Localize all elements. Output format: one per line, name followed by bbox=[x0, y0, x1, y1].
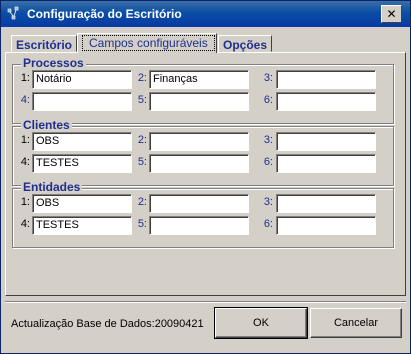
close-icon: ✕ bbox=[386, 7, 397, 21]
field-label-1: 1: bbox=[20, 196, 30, 208]
field-label-6: 6: bbox=[263, 156, 273, 168]
group-clientes: Clientes 1: OBS 2: 3: 4: TESTES 5: 6: bbox=[12, 118, 394, 186]
field-label-5: 5: bbox=[137, 94, 147, 106]
field-label-3: 3: bbox=[263, 72, 273, 84]
field-label-2: 2: bbox=[137, 72, 147, 84]
tab-campos-configuraveis[interactable]: Campos configuráveis bbox=[77, 33, 217, 53]
footer-divider bbox=[5, 301, 406, 303]
clientes-field-4[interactable]: TESTES bbox=[32, 154, 132, 173]
field-label-4: 4: bbox=[20, 94, 30, 106]
group-title-entidades: Entidades bbox=[21, 180, 83, 194]
group-title-clientes: Clientes bbox=[21, 118, 72, 132]
entidades-field-3[interactable] bbox=[276, 194, 376, 213]
entidades-field-6[interactable] bbox=[276, 216, 376, 235]
processos-field-6[interactable] bbox=[276, 92, 376, 111]
group-processos: Processos 1: Notário 2: Finanças 3: 4: 5… bbox=[12, 56, 394, 124]
entidades-field-4[interactable]: TESTES bbox=[32, 216, 132, 235]
clientes-field-2[interactable] bbox=[149, 132, 249, 151]
processos-field-5[interactable] bbox=[149, 92, 249, 111]
field-label-6: 6: bbox=[263, 94, 273, 106]
field-label-1: 1: bbox=[20, 134, 30, 146]
field-label-5: 5: bbox=[137, 218, 147, 230]
group-entidades: Entidades 1: OBS 2: 3: 4: TESTES 5: 6: bbox=[12, 180, 394, 248]
entidades-field-2[interactable] bbox=[149, 194, 249, 213]
db-version-label: Actualização Base de Dados:20090421 bbox=[11, 318, 204, 330]
field-label-4: 4: bbox=[20, 218, 30, 230]
title-bar[interactable]: Configuração do Escritório ✕ bbox=[1, 1, 410, 27]
configuration-dialog: Configuração do Escritório ✕ Escritório … bbox=[0, 0, 411, 354]
tab-opcoes[interactable]: Opções bbox=[218, 35, 273, 52]
app-icon bbox=[7, 6, 19, 20]
field-label-3: 3: bbox=[263, 134, 273, 146]
field-label-2: 2: bbox=[137, 134, 147, 146]
group-title-processos: Processos bbox=[21, 56, 86, 70]
processos-field-3[interactable] bbox=[276, 70, 376, 89]
tab-panel: Processos 1: Notário 2: Finanças 3: 4: 5… bbox=[5, 52, 406, 296]
field-label-2: 2: bbox=[137, 196, 147, 208]
processos-field-1[interactable]: Notário bbox=[32, 70, 132, 89]
ok-button[interactable]: OK bbox=[214, 307, 308, 339]
tab-strip: Escritório Campos configuráveis Opções bbox=[1, 31, 410, 53]
field-label-4: 4: bbox=[20, 156, 30, 168]
processos-field-2[interactable]: Finanças bbox=[149, 70, 249, 89]
clientes-field-6[interactable] bbox=[276, 154, 376, 173]
field-label-1: 1: bbox=[20, 72, 30, 84]
field-label-5: 5: bbox=[137, 156, 147, 168]
clientes-field-1[interactable]: OBS bbox=[32, 132, 132, 151]
processos-field-4[interactable] bbox=[32, 92, 132, 111]
window-title: Configuração do Escritório bbox=[27, 7, 182, 21]
tab-escritorio[interactable]: Escritório bbox=[11, 35, 78, 52]
clientes-field-5[interactable] bbox=[149, 154, 249, 173]
entidades-field-1[interactable]: OBS bbox=[32, 194, 132, 213]
field-label-3: 3: bbox=[263, 196, 273, 208]
close-button[interactable]: ✕ bbox=[381, 5, 402, 23]
tab-campos-configuraveis-label: Campos configuráveis bbox=[82, 35, 215, 51]
cancel-button[interactable]: Cancelar bbox=[310, 308, 402, 338]
clientes-field-3[interactable] bbox=[276, 132, 376, 151]
entidades-field-5[interactable] bbox=[149, 216, 249, 235]
field-label-6: 6: bbox=[263, 218, 273, 230]
